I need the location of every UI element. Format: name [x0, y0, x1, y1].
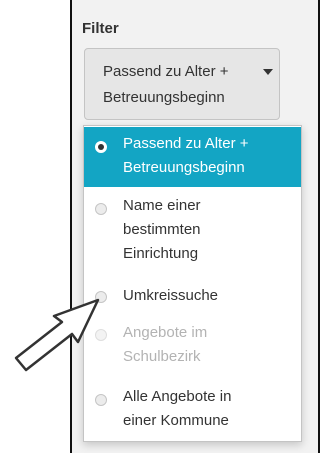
option-passend-zu-alter[interactable]: Passend zu Alter + Betreuungsbeginn — [84, 127, 301, 187]
option-label: Alle Angebote in einer Kommune — [123, 388, 232, 429]
radio-checked-icon — [95, 141, 107, 153]
select-value-line2: Betreuungsbeginn — [103, 89, 225, 106]
select-value-line1: Passend zu Alter + — [103, 63, 229, 80]
option-alle-angebote-in-kommune[interactable]: Alle Angebote in einer Kommune — [84, 385, 301, 441]
pointer-arrow-icon — [14, 298, 100, 372]
option-label: Passend zu Alter + Betreuungsbeginn — [123, 135, 249, 176]
radio-icon — [95, 203, 107, 215]
caret-down-icon — [263, 69, 273, 75]
panel-edge — [318, 0, 320, 453]
option-label: Name einer bestimmten Einrichtung — [123, 197, 201, 262]
option-label: Angebote im Schulbezirk — [123, 324, 208, 365]
option-name-einer-einrichtung[interactable]: Name einer bestimmten Einrichtung — [84, 187, 301, 281]
filter-dropdown-menu: Passend zu Alter + Betreuungsbeginn Name… — [83, 125, 302, 442]
filter-select-button[interactable]: Passend zu Alter + Betreuungsbeginn — [84, 48, 280, 120]
option-angebote-im-schulbezirk: Angebote im Schulbezirk — [84, 321, 301, 377]
radio-icon — [95, 394, 107, 406]
filter-title: Filter — [82, 20, 119, 37]
option-label: Umkreissuche — [123, 287, 219, 304]
option-umkreissuche[interactable]: Umkreissuche — [84, 281, 301, 311]
